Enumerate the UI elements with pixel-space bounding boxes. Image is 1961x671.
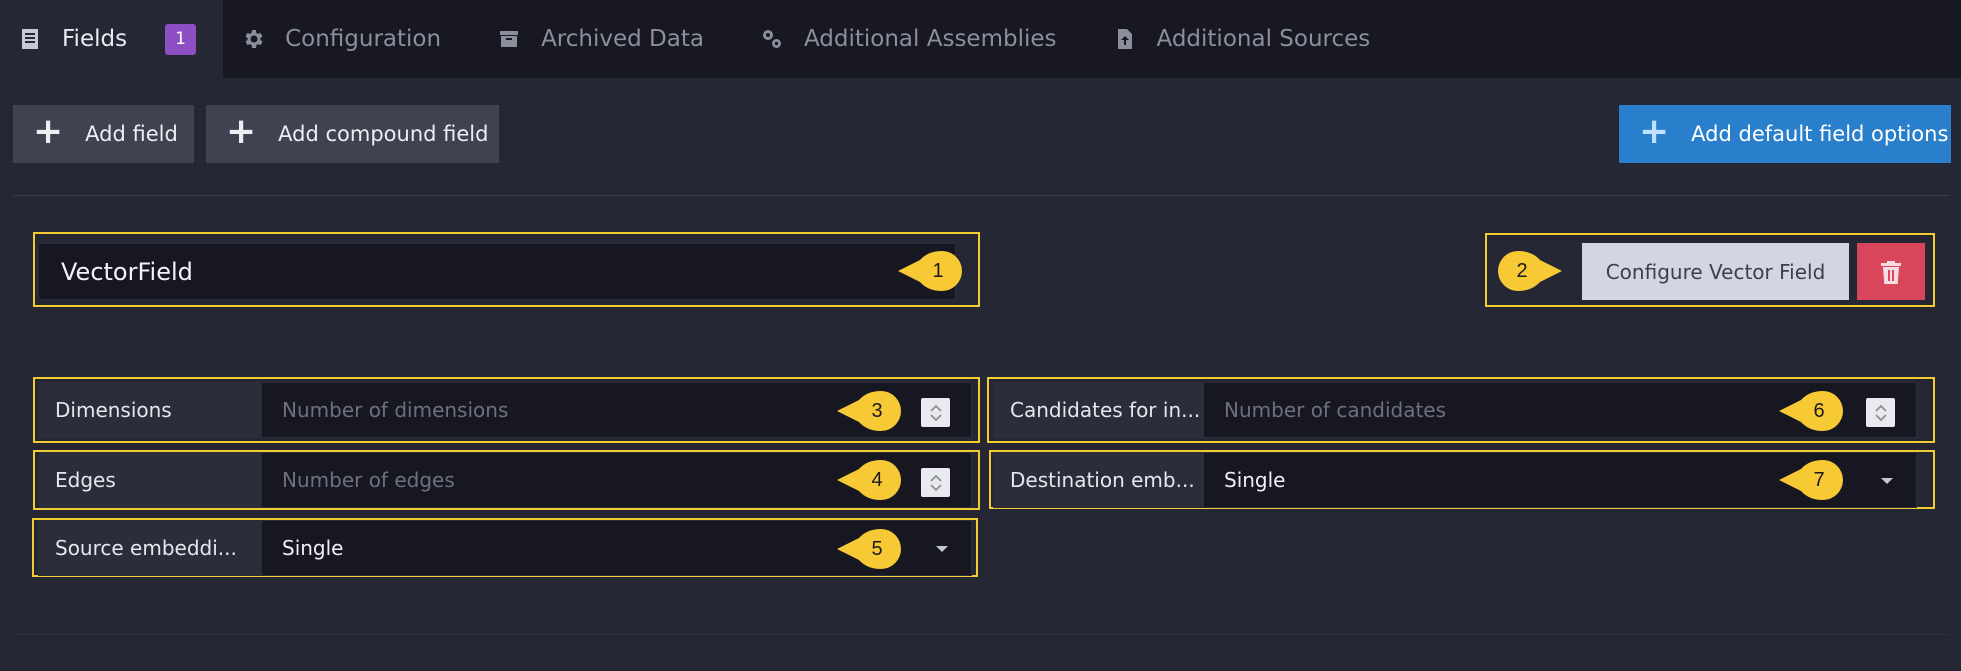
marker-label: 6: [1813, 399, 1825, 422]
add-compound-field-button[interactable]: + Add compound field: [206, 105, 499, 163]
tab-label: Archived Data: [541, 26, 704, 52]
delete-field-button[interactable]: [1857, 243, 1925, 300]
toolbar-divider: [13, 195, 1949, 196]
add-field-label: Add field: [85, 122, 178, 146]
plus-icon: +: [1639, 111, 1670, 152]
trash-icon: [1881, 260, 1901, 284]
edges-stepper[interactable]: [921, 468, 950, 497]
add-default-field-options-button[interactable]: + Add default field options: [1619, 105, 1951, 163]
tab-configuration[interactable]: Configuration: [223, 0, 479, 78]
gears-icon: [760, 27, 784, 51]
marker-label: 5: [871, 537, 883, 560]
section-divider: [13, 634, 1949, 635]
dimensions-row: Dimensions Number of dimensions: [38, 382, 972, 438]
marker-4: 4: [837, 460, 901, 500]
marker-6: 6: [1779, 391, 1843, 431]
marker-label: 7: [1813, 468, 1825, 491]
gear-icon: [241, 27, 265, 51]
chevron-up-icon: [1874, 404, 1887, 412]
chevron-down-icon: [929, 413, 942, 421]
marker-label: 4: [871, 468, 883, 491]
marker-label: 3: [871, 399, 883, 422]
marker-3: 3: [837, 391, 901, 431]
marker-2: 2: [1498, 251, 1562, 291]
configure-vector-field-button[interactable]: Configure Vector Field: [1582, 243, 1849, 300]
add-compound-field-label: Add compound field: [278, 122, 489, 146]
dimensions-stepper[interactable]: [921, 398, 950, 427]
dimensions-placeholder: Number of dimensions: [282, 398, 509, 422]
add-field-button[interactable]: + Add field: [13, 105, 194, 163]
marker-label: 1: [932, 259, 944, 282]
source-embedding-label: Source embeddi...: [38, 520, 261, 576]
file-upload-icon: [1113, 27, 1137, 51]
edges-row: Edges Number of edges: [38, 452, 972, 508]
tab-label: Fields: [62, 26, 128, 52]
dimensions-label: Dimensions: [38, 382, 261, 438]
tab-label: Additional Assemblies: [803, 26, 1057, 52]
tab-additional-sources[interactable]: Additional Sources: [1095, 0, 1409, 78]
tab-label: Additional Sources: [1156, 26, 1371, 52]
destination-embedding-label: Destination emb...: [993, 452, 1203, 508]
tab-fields[interactable]: Fields 1: [0, 0, 224, 78]
list-icon: [18, 27, 42, 51]
caret-down-icon: [936, 546, 948, 552]
chevron-up-icon: [929, 404, 942, 412]
chevron-down-icon: [1874, 413, 1887, 421]
tab-archived-data[interactable]: Archived Data: [479, 0, 742, 78]
field-name-input[interactable]: VectorField: [38, 243, 956, 300]
caret-down-icon: [1881, 478, 1893, 484]
candidates-label: Candidates for in...: [993, 382, 1203, 438]
add-default-field-options-label: Add default field options: [1691, 122, 1949, 146]
source-embedding-value: Single: [282, 536, 344, 560]
edges-placeholder: Number of edges: [282, 468, 455, 492]
edges-label: Edges: [38, 452, 261, 508]
plus-icon: +: [226, 111, 257, 152]
chevron-down-icon: [929, 483, 942, 491]
marker-7: 7: [1779, 460, 1843, 500]
plus-icon: +: [33, 111, 64, 152]
candidates-stepper[interactable]: [1866, 398, 1895, 427]
candidates-placeholder: Number of candidates: [1224, 398, 1447, 422]
archive-icon: [497, 27, 521, 51]
tab-count-badge: 1: [165, 23, 197, 55]
chevron-up-icon: [929, 474, 942, 482]
destination-embedding-value: Single: [1224, 468, 1286, 492]
marker-1: 1: [898, 251, 962, 291]
tab-additional-assemblies[interactable]: Additional Assemblies: [742, 0, 1095, 78]
marker-5: 5: [837, 529, 901, 569]
source-embedding-row: Source embeddi... Single: [38, 520, 972, 576]
marker-label: 2: [1516, 259, 1528, 282]
tab-label: Configuration: [285, 26, 442, 52]
tab-bar: Fields 1 Configuration Archived Data Add…: [0, 0, 1961, 78]
